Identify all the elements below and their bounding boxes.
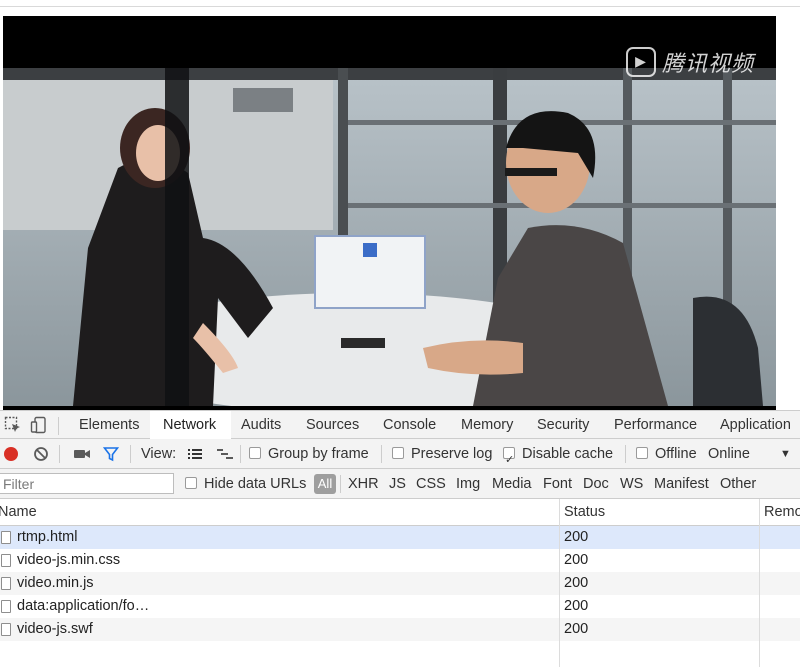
hide-data-urls-checkbox[interactable]: Hide data URLs: [185, 469, 306, 499]
filter-type-media[interactable]: Media: [492, 469, 532, 499]
request-name: rtmp.html: [17, 529, 78, 545]
group-by-frame-label: Group by frame: [268, 446, 369, 462]
video-watermark-text: 腾讯视频: [661, 52, 754, 77]
file-icon: [1, 554, 11, 567]
request-name: video-js.min.css: [17, 552, 121, 568]
toolbar-separator: [625, 445, 626, 463]
table-row[interactable]: data:application/fo… 200: [0, 595, 800, 618]
filter-type-js[interactable]: JS: [389, 469, 406, 499]
filter-type-other[interactable]: Other: [720, 469, 756, 499]
checkbox-box: [392, 447, 404, 459]
devtools-tabbar: Elements Network Audits Sources Console …: [0, 410, 800, 441]
tab-network[interactable]: Network: [152, 411, 227, 441]
tab-performance[interactable]: Performance: [614, 411, 697, 440]
filter-type-all[interactable]: All: [314, 474, 336, 494]
column-header-remote[interactable]: Remo: [764, 499, 800, 526]
table-row[interactable]: video-js.min.css 200: [0, 549, 800, 572]
tab-elements[interactable]: Elements: [79, 411, 139, 440]
devtools-panel: Elements Network Audits Sources Console …: [0, 410, 800, 667]
file-icon: [1, 623, 11, 636]
video-player[interactable]: ▶ 腾讯视频: [3, 16, 776, 410]
chevron-down-icon[interactable]: ▼: [780, 439, 791, 469]
request-status: 200: [564, 529, 589, 545]
clear-icon[interactable]: [33, 446, 49, 462]
filter-funnel-icon[interactable]: [103, 446, 119, 462]
tab-console[interactable]: Console: [383, 411, 436, 440]
request-status: 200: [564, 552, 589, 568]
large-rows-view-icon[interactable]: [187, 447, 203, 461]
toolbar-separator: [240, 445, 241, 463]
view-label: View:: [141, 446, 177, 462]
inspect-element-icon[interactable]: [4, 416, 22, 434]
checkbox-box: [503, 445, 515, 475]
checkbox-box: [249, 447, 261, 459]
network-toolbar: View: Group by frame Preserve log Disabl…: [0, 439, 800, 475]
file-icon: [1, 577, 11, 590]
network-filterbar: Hide data URLs All XHR JS CSS Img Media …: [0, 469, 800, 499]
checkbox-box: [185, 477, 197, 489]
filterbar-separator: [340, 475, 341, 493]
screenshot-camera-icon[interactable]: [73, 447, 91, 461]
column-header-status[interactable]: Status: [564, 499, 605, 526]
hide-data-urls-label: Hide data URLs: [204, 476, 307, 492]
request-status: 200: [564, 598, 589, 614]
play-logo-icon: ▶: [625, 47, 656, 77]
table-row[interactable]: video.min.js 200: [0, 572, 800, 595]
tab-sources[interactable]: Sources: [306, 411, 359, 440]
requests-table-header: Name Status Remo: [0, 499, 800, 526]
offline-checkbox[interactable]: Offline: [636, 439, 697, 469]
table-row[interactable]: rtmp.html 200: [0, 526, 800, 549]
filter-type-ws[interactable]: WS: [620, 469, 643, 499]
request-status: 200: [564, 621, 589, 637]
record-icon[interactable]: [3, 446, 19, 462]
group-by-frame-checkbox[interactable]: Group by frame: [249, 439, 369, 469]
tab-memory[interactable]: Memory: [461, 411, 513, 440]
request-name: data:application/fo…: [17, 598, 150, 614]
preserve-log-label: Preserve log: [411, 446, 493, 462]
request-name: video-js.swf: [17, 621, 93, 637]
toolbar-separator: [59, 445, 60, 463]
throttling-select[interactable]: Online: [708, 439, 750, 469]
column-header-name[interactable]: Name: [0, 499, 37, 526]
throttling-value: Online: [708, 446, 750, 462]
device-toolbar-icon[interactable]: [30, 416, 48, 434]
filter-type-manifest[interactable]: Manifest: [654, 469, 709, 499]
waterfall-view-icon[interactable]: [216, 447, 234, 461]
toolbar-separator: [130, 445, 131, 463]
filter-type-img[interactable]: Img: [456, 469, 480, 499]
column-divider[interactable]: [759, 499, 760, 667]
filter-type-xhr[interactable]: XHR: [348, 469, 379, 499]
tab-audits[interactable]: Audits: [241, 411, 281, 440]
preserve-log-checkbox[interactable]: Preserve log: [392, 439, 492, 469]
disable-cache-checkbox[interactable]: Disable cache: [503, 439, 614, 475]
request-name: video.min.js: [17, 575, 94, 591]
tab-security[interactable]: Security: [537, 411, 589, 440]
toolbar-separator: [381, 445, 382, 463]
page-divider: [0, 6, 800, 7]
file-icon: [1, 600, 11, 613]
video-frame: [3, 68, 776, 406]
table-row[interactable]: video-js.swf 200: [0, 618, 800, 641]
tabbar-separator: [58, 417, 59, 435]
checkbox-box: [636, 447, 648, 459]
offline-label: Offline: [655, 446, 697, 462]
filter-type-doc[interactable]: Doc: [583, 469, 609, 499]
filter-input[interactable]: [0, 473, 174, 494]
video-watermark: ▶ 腾讯视频: [625, 46, 754, 78]
tab-application[interactable]: Application: [720, 411, 791, 440]
file-icon: [1, 531, 11, 544]
filter-type-font[interactable]: Font: [543, 469, 572, 499]
video-scene: [3, 68, 776, 406]
request-status: 200: [564, 575, 589, 591]
filter-type-css[interactable]: CSS: [416, 469, 446, 499]
column-divider[interactable]: [559, 499, 560, 667]
disable-cache-label: Disable cache: [522, 446, 614, 462]
